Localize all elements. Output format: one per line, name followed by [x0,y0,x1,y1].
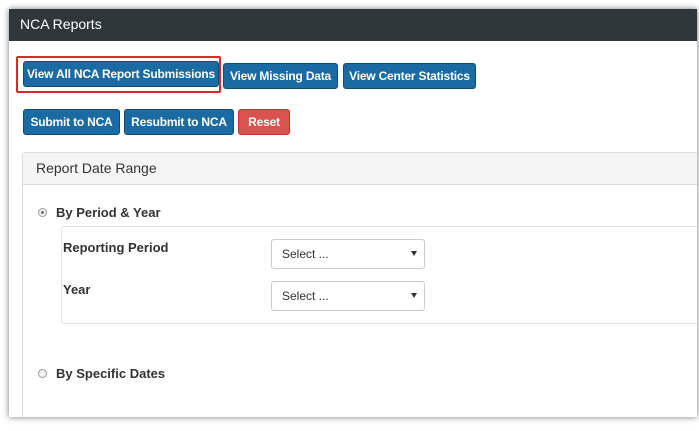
by-specific-dates-option[interactable]: By Specific Dates [38,366,165,381]
resubmit-to-nca-button[interactable]: Resubmit to NCA [124,109,234,135]
view-all-submissions-button[interactable]: View All NCA Report Submissions [23,61,219,87]
year-label: Year [63,282,91,297]
reporting-period-value: Select ... [282,247,329,261]
reporting-period-label: Reporting Period [63,240,169,255]
page-title: NCA Reports [20,16,102,32]
year-value: Select ... [282,289,329,303]
view-missing-data-button[interactable]: View Missing Data [223,63,338,89]
year-select[interactable]: Select ... [271,281,425,311]
page-header: NCA Reports [9,9,697,41]
by-specific-dates-label: By Specific Dates [56,366,166,381]
reset-button[interactable]: Reset [238,109,290,135]
by-period-year-option[interactable]: By Period & Year [38,205,161,220]
by-period-year-label: By Period & Year [56,205,161,220]
report-date-range-panel: Report Date Range By Period & Year Repor… [22,152,697,417]
view-center-statistics-button[interactable]: View Center Statistics [343,63,476,89]
radio-checked-icon[interactable] [38,208,47,217]
caret-down-icon [411,293,417,298]
radio-unchecked-icon[interactable] [38,369,47,378]
panel-heading: Report Date Range [23,153,697,185]
period-year-fields: Reporting Period Select ... Year Select … [61,226,697,324]
submit-to-nca-button[interactable]: Submit to NCA [23,109,120,135]
nca-reports-window: NCA Reports View All NCA Report Submissi… [9,9,697,417]
caret-down-icon [411,251,417,256]
reporting-period-select[interactable]: Select ... [271,239,425,269]
